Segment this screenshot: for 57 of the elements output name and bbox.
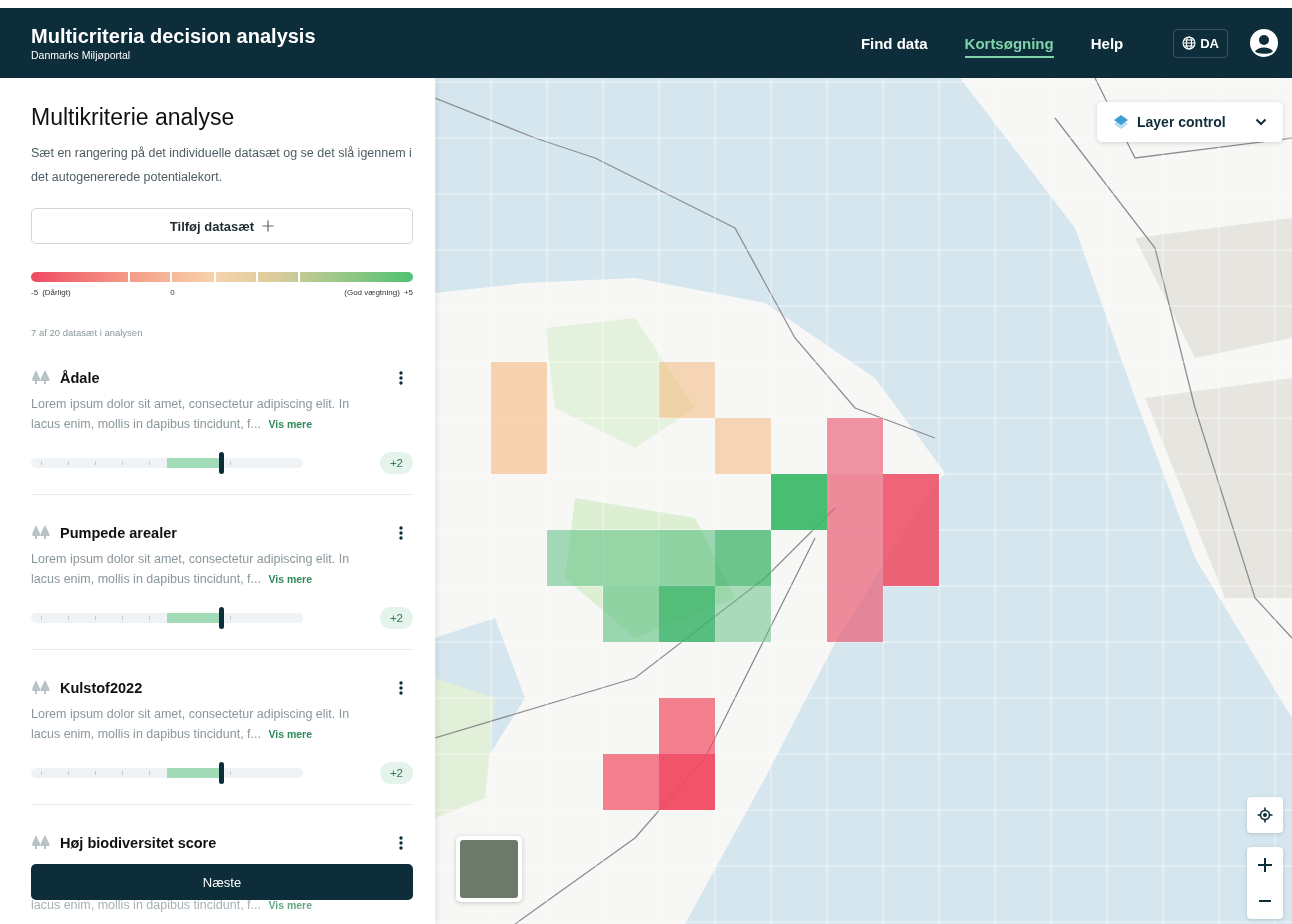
locate-button[interactable]	[1247, 797, 1283, 833]
scale-max-label: +5	[403, 288, 413, 297]
more-options-icon[interactable]	[399, 526, 403, 540]
scale-max-note: (God vægtning)	[344, 288, 400, 297]
app-title: Multicriteria decision analysis	[31, 25, 317, 48]
more-options-icon[interactable]	[399, 371, 403, 385]
trees-icon	[31, 680, 51, 696]
app-subtitle: Danmarks Miljøportal	[31, 49, 132, 61]
scale-min-label: -5	[31, 288, 39, 297]
language-button[interactable]: DA	[1173, 28, 1228, 58]
show-more-link[interactable]: Vis mere	[268, 728, 313, 740]
dataset-title: Kulstof2022	[60, 680, 144, 696]
more-options-icon[interactable]	[399, 836, 403, 850]
weight-slider-thumb[interactable]	[218, 762, 224, 784]
add-dataset-button[interactable]: Tilføj datasæt	[31, 208, 413, 244]
globe-icon	[1182, 36, 1197, 50]
dataset-title: Ådale	[60, 370, 101, 386]
weight-slider-track[interactable]	[31, 607, 303, 629]
weight-slider-track[interactable]	[31, 452, 303, 474]
scale-min-note: (Dårligt)	[42, 288, 71, 297]
photo-placeholder	[460, 840, 518, 898]
layers-icon	[1113, 114, 1129, 130]
weight-value-badge: +2	[379, 452, 413, 474]
chevron-down-icon	[1255, 118, 1267, 126]
plus-icon	[262, 220, 275, 232]
aerial-view-thumbnail-button[interactable]	[456, 836, 522, 902]
intro-text: Sæt en rangering på det individuelle datasæt og se det slå igennem i det autogenererede potentialekort.	[31, 145, 413, 186]
show-more-link[interactable]: Vis mere	[268, 418, 313, 430]
crosshair-icon	[1257, 807, 1273, 823]
nav-link[interactable]: Find data	[860, 28, 928, 58]
weight-slider-thumb[interactable]	[218, 452, 224, 474]
layer-control-label: Layer control	[1137, 114, 1227, 130]
trees-icon	[31, 370, 51, 386]
trees-icon	[31, 525, 51, 541]
trees-icon	[31, 835, 51, 851]
panel-heading: Multikriterie analyse	[31, 104, 236, 131]
weight-value-badge: +2	[379, 607, 413, 629]
nav-link[interactable]: Help	[1090, 28, 1124, 58]
weight-slider-thumb[interactable]	[218, 607, 224, 629]
weight-slider-track[interactable]	[31, 762, 303, 784]
weight-value-badge: +2	[379, 762, 413, 784]
scale-mid-label: 0	[169, 288, 176, 297]
minus-icon	[1259, 900, 1271, 902]
dataset-title: Pumpede arealer	[60, 525, 178, 541]
show-more-link[interactable]: Vis mere	[268, 573, 313, 585]
plus-icon	[1258, 858, 1272, 872]
dataset-description: Lorem ipsum dolor sit amet, consectetur adipiscing elit. In lacus enim, mollis in dapibus tincidunt, f... Vis mere	[31, 396, 351, 433]
next-button[interactable]: Næste	[31, 864, 413, 900]
dataset-description: lacus enim, mollis in dapibus tincidunt, f... Vis mere	[31, 897, 314, 914]
layer-control-dropdown[interactable]: Layer control	[1097, 102, 1283, 142]
nav-link[interactable]: Kortsøgning	[964, 28, 1054, 58]
user-avatar-icon[interactable]	[1250, 29, 1278, 57]
dataset-description: Lorem ipsum dolor sit amet, consectetur adipiscing elit. In lacus enim, mollis in dapibus tincidunt, f... Vis mere	[31, 551, 351, 588]
dataset-count: 7 af 20 datasæt i analysen	[31, 327, 144, 338]
more-options-icon[interactable]	[399, 681, 403, 695]
dataset-title: Høj biodiversitet score	[60, 835, 218, 851]
dataset-description: Lorem ipsum dolor sit amet, consectetur adipiscing elit. In lacus enim, mollis in dapibus tincidunt, f... Vis mere	[31, 706, 351, 743]
